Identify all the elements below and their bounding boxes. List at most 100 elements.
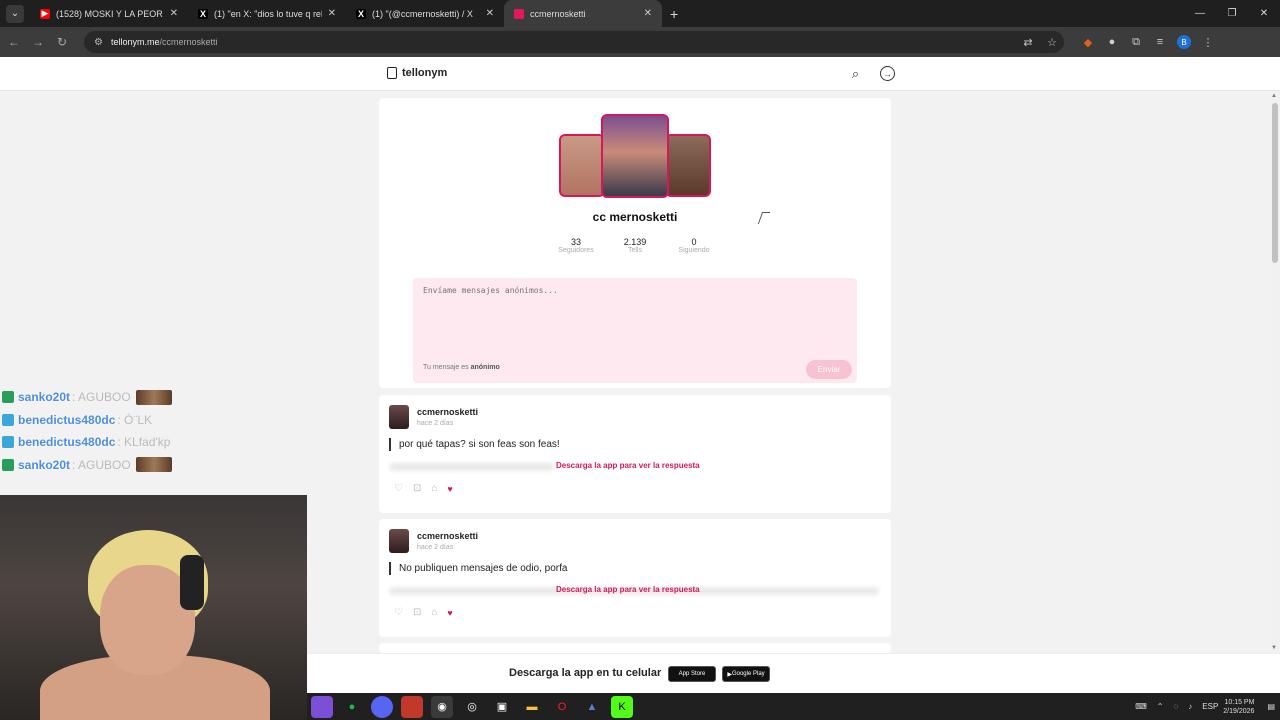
app-icon[interactable] [311,695,333,718]
post-username[interactable]: ccmernosketti [417,407,478,417]
x-icon: X [356,8,366,19]
kick-icon[interactable]: K [611,695,633,718]
site-info-icon[interactable]: ⚙ [94,37,103,48]
extension-icon[interactable]: ● [1100,36,1124,48]
headphones [180,555,204,610]
notification-icon[interactable]: ▤ [1267,702,1275,711]
discord-icon[interactable] [371,695,393,718]
clock[interactable]: 10:15 PM 2/19/2026 [1223,698,1254,716]
chat-message: : Ó¨LK [117,412,153,427]
tab-x-post[interactable]: X (1) "en X: "dios lo tuve q releer ✕ [188,0,346,27]
download-app-link[interactable]: Descarga la app para ver la respuesta [556,585,700,594]
opera-icon[interactable]: O [551,696,573,718]
share-icon[interactable]: ⊡ [413,483,421,494]
emote-image [135,389,172,405]
spotify-icon[interactable]: ● [341,696,363,718]
search-icon[interactable]: ⌕ [848,66,863,81]
post-time: hace 2 días [417,420,454,427]
scroll-down-icon[interactable]: ▼ [1271,645,1277,651]
store-label: App Store [678,671,706,677]
share-icon[interactable]: ⊡ [413,607,421,618]
minimize-button[interactable]: — [1184,0,1216,27]
profile-avatars [559,114,711,198]
forward-button[interactable]: → [26,35,50,49]
chat-line: sanko20t : AGUBOO [2,386,172,409]
address-toolbar: ← → ↻ ⚙ tellonym.me/ccmernosketti ⇄ ☆ ◆ … [0,27,1280,57]
app-icon[interactable]: ▲ [581,696,603,718]
profile-avatar[interactable]: B [1177,35,1191,49]
stat-value: 2.139 [623,237,647,247]
extension-icon[interactable]: ◆ [1076,36,1100,49]
post-time: hace 2 días [417,544,454,551]
like-icon[interactable]: ♡ [394,483,403,494]
close-icon[interactable]: ✕ [644,8,652,19]
obs-icon[interactable]: ◎ [461,696,483,718]
download-app-link[interactable]: Descarga la app para ver la respuesta [556,461,700,470]
reload-button[interactable]: ↻ [50,35,74,49]
scroll-thumb[interactable] [1272,103,1278,263]
tab-tellonym[interactable]: ccmernosketti ✕ [504,0,662,27]
anonymous-message-box: Tu mensaje es anónimo Enviar [413,278,857,383]
chat-badge-icon [2,436,14,449]
volume-icon[interactable]: ♪ [1188,702,1192,711]
tellonym-logo[interactable]: tellonym [387,67,447,79]
avatar [559,134,605,197]
app-icon[interactable]: ▣ [491,696,513,718]
youtube-icon: ▶ [40,8,50,19]
chat-username: sanko20t [18,390,71,405]
like-icon[interactable]: ♡ [394,607,403,618]
keyboard-icon[interactable]: ⌨ [1135,702,1147,711]
clock-date: 2/19/2026 [1223,707,1255,715]
page-scrollbar[interactable]: ▲ ▼ [1270,91,1280,653]
restore-button[interactable]: ❐ [1216,0,1248,27]
stat-followers[interactable]: 33 Seguidores [549,237,603,254]
close-icon[interactable]: ✕ [486,8,494,19]
post-card [379,643,891,653]
post-username[interactable]: ccmernosketti [417,531,478,541]
chevron-up-icon[interactable]: ⌃ [1157,702,1164,711]
tab-x-profile[interactable]: X (1) "(@ccmernosketti) / X ✕ [346,0,504,27]
file-explorer-icon[interactable]: ▬ [521,696,543,718]
stat-label: Tells [627,247,642,254]
close-window-button[interactable]: ✕ [1248,0,1280,27]
windows-taskbar: ● ◉ ◎ ▣ ▬ O ▲ K ⌨ ⌃ ◌ ♪ ESP 10:15 PM 2/1… [307,693,1280,720]
heart-icon: ♥ [447,483,453,494]
media-control-icon[interactable]: ≡ [1148,36,1172,48]
scroll-up-icon[interactable]: ▲ [1271,93,1277,99]
back-button[interactable]: ← [2,35,26,49]
avatar[interactable] [389,405,409,429]
bookmark-star-icon[interactable]: ☆ [1040,36,1064,49]
url-bar[interactable]: ⚙ tellonym.me/ccmernosketti ⇄ ☆ [84,31,1064,53]
comment-icon[interactable]: ⌂ [431,483,437,494]
tab-search-dropdown[interactable]: ⌄ [6,4,24,23]
new-tab-button[interactable]: + [670,6,678,22]
translate-icon[interactable]: ⇄ [1016,36,1040,49]
stat-following[interactable]: 0 Siguiendo [667,237,721,254]
close-icon[interactable]: ✕ [170,8,178,19]
google-play-badge[interactable]: ▶ Google Play [722,666,770,682]
comment-icon[interactable]: ⌂ [431,607,437,618]
message-input[interactable] [423,286,843,336]
send-button[interactable]: Enviar [806,360,852,379]
avatar[interactable] [389,529,409,553]
network-icon[interactable]: ◌ [1174,702,1179,711]
blurred-answer [389,463,554,471]
app-icon[interactable] [401,695,423,718]
download-banner: Descarga la app en tu celular App Store … [307,653,1280,693]
anonymous-note: Tu mensaje es anónimo [423,364,500,371]
app-store-badge[interactable]: App Store [668,666,716,682]
chrome-icon[interactable]: ◉ [431,695,453,718]
login-icon[interactable]: → [880,66,895,81]
menu-kebab-icon[interactable]: ⋮ [1196,36,1220,49]
webcam-overlay [0,495,307,720]
close-icon[interactable]: ✕ [328,8,336,19]
clock-time: 10:15 PM [1224,698,1255,706]
window-controls: — ❐ ✕ [1184,0,1280,27]
avatar [665,134,711,197]
language-indicator[interactable]: ESP [1202,702,1218,711]
extensions-puzzle-icon[interactable]: ⧉ [1124,36,1148,49]
x-icon: X [198,8,208,19]
post-question: No publiquen mensajes de odio, porfa [389,562,567,575]
tab-youtube[interactable]: ▶ (1528) MOSKI Y LA PEOR ENTRE ✕ [30,0,188,27]
stat-value: 33 [570,237,581,247]
